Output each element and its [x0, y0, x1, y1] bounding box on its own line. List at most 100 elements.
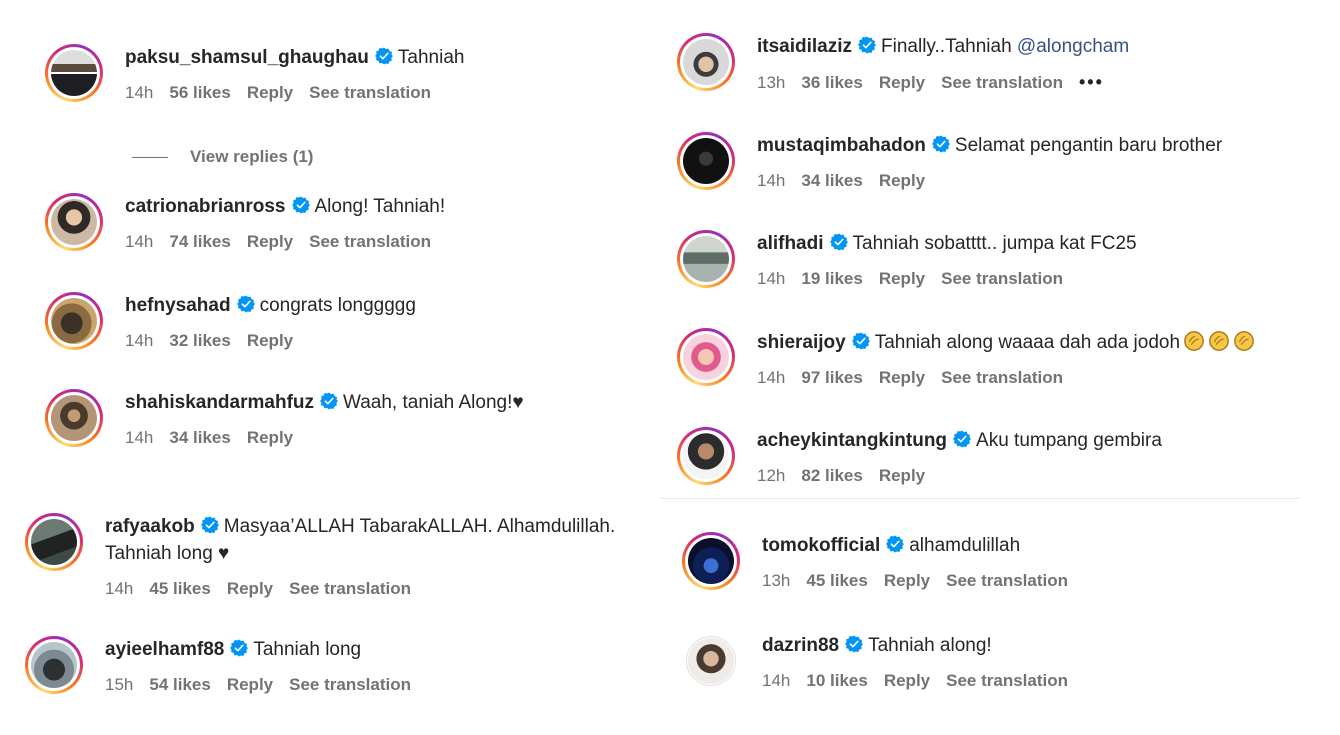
- verified-icon: [320, 392, 338, 410]
- mention-link[interactable]: @alongcham: [1017, 36, 1129, 57]
- username[interactable]: acheykintangkintung: [757, 430, 947, 451]
- see-translation-link[interactable]: See translation: [941, 73, 1063, 92]
- timestamp: 14h: [105, 579, 134, 598]
- view-replies-label[interactable]: View replies (1): [190, 147, 313, 166]
- avatar[interactable]: [677, 33, 735, 91]
- username[interactable]: ayieelhamf88: [105, 639, 224, 660]
- likes-count[interactable]: 82 likes: [801, 466, 862, 485]
- see-translation-link[interactable]: See translation: [309, 83, 431, 102]
- comment-text: Finally..Tahniah: [881, 36, 1012, 57]
- comment-text: Aku tumpang gembira: [976, 430, 1162, 451]
- avatar[interactable]: [677, 132, 735, 190]
- avatar[interactable]: [45, 292, 103, 350]
- avatar[interactable]: [677, 427, 735, 485]
- reply-button[interactable]: Reply: [247, 331, 293, 350]
- verified-icon: [375, 47, 393, 65]
- timestamp: 14h: [125, 83, 154, 102]
- reply-button[interactable]: Reply: [227, 675, 273, 694]
- heart-emoji: ♥: [512, 392, 524, 413]
- likes-count[interactable]: 19 likes: [801, 269, 862, 288]
- likes-count[interactable]: 36 likes: [801, 73, 862, 92]
- avatar[interactable]: [45, 389, 103, 447]
- likes-count[interactable]: 56 likes: [169, 83, 230, 102]
- likes-count[interactable]: 10 likes: [806, 671, 867, 690]
- avatar[interactable]: [677, 230, 735, 288]
- reply-button[interactable]: Reply: [247, 83, 293, 102]
- reply-button[interactable]: Reply: [879, 466, 925, 485]
- timestamp: 15h: [105, 675, 134, 694]
- likes-count[interactable]: 97 likes: [801, 368, 862, 387]
- username[interactable]: mustaqimbahadon: [757, 135, 926, 156]
- see-translation-link[interactable]: See translation: [946, 571, 1068, 590]
- likes-count[interactable]: 74 likes: [169, 232, 230, 251]
- reply-button[interactable]: Reply: [884, 671, 930, 690]
- see-translation-link[interactable]: See translation: [946, 671, 1068, 690]
- see-translation-link[interactable]: See translation: [309, 232, 431, 251]
- avatar[interactable]: [45, 44, 103, 102]
- username[interactable]: shieraijoy: [757, 332, 846, 353]
- username[interactable]: alifhadi: [757, 233, 824, 254]
- see-translation-link[interactable]: See translation: [941, 269, 1063, 288]
- reply-button[interactable]: Reply: [227, 579, 273, 598]
- verified-icon: [953, 430, 971, 448]
- avatar[interactable]: [45, 193, 103, 251]
- clap-emoji-icon: [1183, 330, 1205, 352]
- username[interactable]: itsaidilaziz: [757, 36, 852, 57]
- comment-text: Along! Tahniah!: [314, 196, 446, 217]
- likes-count[interactable]: 54 likes: [149, 675, 210, 694]
- username[interactable]: shahiskandarmahfuz: [125, 392, 314, 413]
- avatar[interactable]: [686, 636, 736, 686]
- reply-button[interactable]: Reply: [879, 73, 925, 92]
- timestamp: 14h: [757, 171, 786, 190]
- avatar[interactable]: [25, 513, 83, 571]
- likes-count[interactable]: 34 likes: [169, 428, 230, 447]
- reply-button[interactable]: Reply: [879, 269, 925, 288]
- username[interactable]: tomokofficial: [762, 535, 880, 556]
- more-options-icon[interactable]: •••: [1079, 72, 1104, 92]
- section-divider: [660, 498, 1300, 499]
- comment-text: congrats longgggg: [259, 295, 416, 316]
- verified-icon: [852, 332, 870, 350]
- verified-icon: [201, 516, 219, 534]
- username[interactable]: dazrin88: [762, 635, 839, 656]
- verified-icon: [845, 635, 863, 653]
- reply-button[interactable]: Reply: [247, 232, 293, 251]
- clap-emoji-icon: [1208, 330, 1230, 352]
- username[interactable]: paksu_shamsul_ghaughau: [125, 47, 369, 68]
- timestamp: 14h: [757, 368, 786, 387]
- likes-count[interactable]: 45 likes: [806, 571, 867, 590]
- likes-count[interactable]: 45 likes: [149, 579, 210, 598]
- view-replies-button[interactable]: View replies (1): [132, 147, 313, 167]
- see-translation-link[interactable]: See translation: [289, 675, 411, 694]
- comment-text: Masyaa’ALLAH TabarakALLAH. Alhamdulillah…: [223, 516, 616, 537]
- avatar[interactable]: [677, 328, 735, 386]
- likes-count[interactable]: 32 likes: [169, 331, 230, 350]
- verified-icon: [932, 135, 950, 153]
- reply-button[interactable]: Reply: [879, 368, 925, 387]
- see-translation-link[interactable]: See translation: [289, 579, 411, 598]
- clap-emoji-icon: [1233, 330, 1255, 352]
- username[interactable]: catrionabrianross: [125, 196, 286, 217]
- username[interactable]: rafyaakob: [105, 516, 195, 537]
- comment-text: Tahniah along waaaa dah ada jodoh: [874, 332, 1181, 353]
- reply-button[interactable]: Reply: [879, 171, 925, 190]
- reply-button[interactable]: Reply: [884, 571, 930, 590]
- verified-icon: [237, 295, 255, 313]
- verified-icon: [230, 639, 248, 657]
- username[interactable]: hefnysahad: [125, 295, 231, 316]
- comment-text-line2: Tahniah long ♥: [105, 543, 230, 564]
- divider-dash: [132, 157, 168, 159]
- comment-text: Tahniah: [397, 47, 465, 68]
- reply-button[interactable]: Reply: [247, 428, 293, 447]
- avatar[interactable]: [25, 636, 83, 694]
- comment-text: Tahniah sobatttt.. jumpa kat FC25: [852, 233, 1137, 254]
- avatar[interactable]: [682, 532, 740, 590]
- see-translation-link[interactable]: See translation: [941, 368, 1063, 387]
- comment-text: Tahniah long: [253, 639, 362, 660]
- timestamp: 14h: [125, 232, 154, 251]
- likes-count[interactable]: 34 likes: [801, 171, 862, 190]
- verified-icon: [830, 233, 848, 251]
- verified-icon: [886, 535, 904, 553]
- timestamp: 13h: [762, 571, 791, 590]
- comment-text: alhamdulillah: [909, 535, 1021, 556]
